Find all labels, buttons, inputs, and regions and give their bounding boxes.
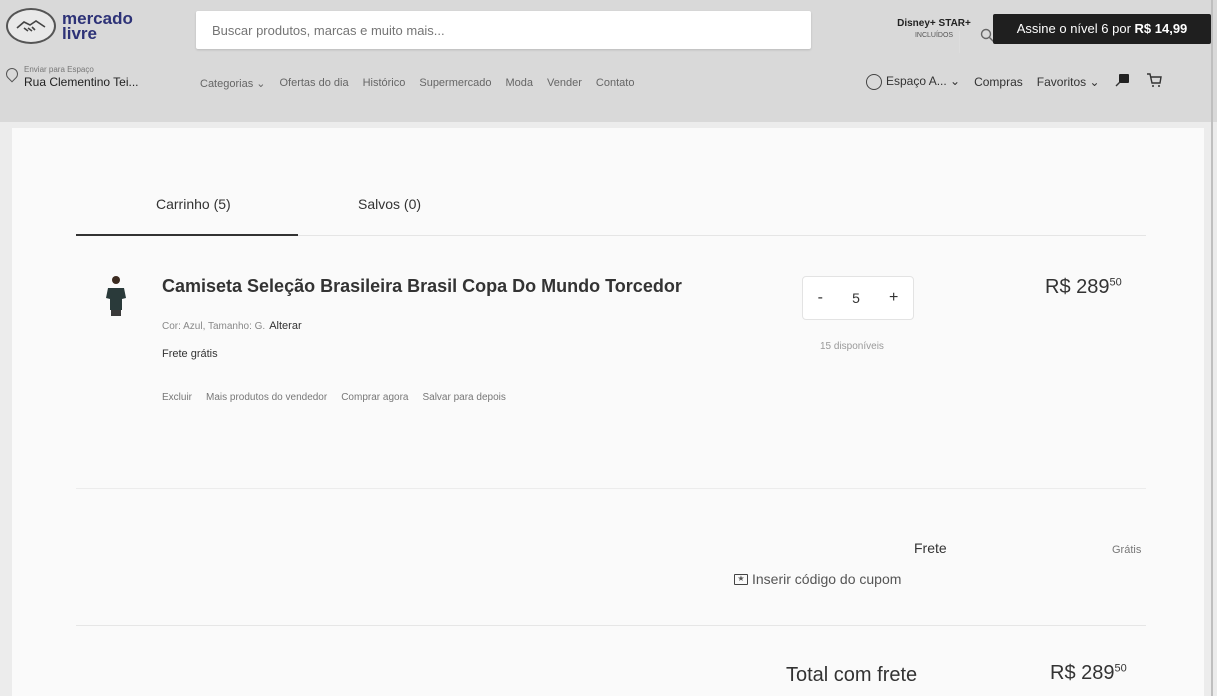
nav-history[interactable]: Histórico xyxy=(363,77,406,90)
product-title[interactable]: Camiseta Seleção Brasileira Brasil Copa … xyxy=(162,276,682,297)
total-value-int: R$ 289 xyxy=(1050,662,1115,684)
tab-cart[interactable]: Carrinho (5) xyxy=(156,196,231,212)
search-bar xyxy=(196,11,994,53)
divider xyxy=(76,625,1146,626)
total-value-cents: 50 xyxy=(1114,662,1127,675)
disney-star-label: Disney+ STAR+ xyxy=(897,18,971,29)
active-tab-indicator xyxy=(76,234,298,236)
user-menu-label: Espaço A... ⌄ xyxy=(886,73,961,88)
purchases-link[interactable]: Compras xyxy=(974,75,1023,89)
coupon-label: Inserir código do cupom xyxy=(752,571,902,587)
product-shipping: Frete grátis xyxy=(162,348,218,360)
cart-icon[interactable] xyxy=(1146,72,1162,91)
main-nav: Categorias ⌄ Ofertas do dia Histórico Su… xyxy=(200,77,634,90)
shipping-value: Grátis xyxy=(1112,544,1142,556)
promo-text: Assine o nível 6 por xyxy=(1016,21,1135,36)
search-input[interactable] xyxy=(196,11,756,49)
user-icon xyxy=(866,73,882,90)
product-variant: Cor: Azul, Tamanho: G. Alterar xyxy=(162,320,302,332)
nav-categories[interactable]: Categorias ⌄ xyxy=(200,77,265,90)
product-variant-text: Cor: Azul, Tamanho: G. xyxy=(162,321,266,332)
delivery-address[interactable]: Enviar para Espaço Rua Clementino Tei... xyxy=(3,64,139,89)
disney-star-banner[interactable]: Disney+ STAR+ INCLUÍDOS xyxy=(886,18,982,44)
product-thumbnail[interactable] xyxy=(104,274,128,324)
more-seller-products-link[interactable]: Mais produtos do vendedor xyxy=(206,392,327,403)
user-menu[interactable]: Espaço A... ⌄ xyxy=(866,73,961,90)
buy-now-link[interactable]: Comprar agora xyxy=(341,392,408,403)
product-price-int: R$ 289 xyxy=(1045,276,1110,298)
product-price: R$ 28950 xyxy=(1045,276,1122,299)
nav-sell[interactable]: Vender xyxy=(547,77,582,90)
tab-saved[interactable]: Salvos (0) xyxy=(358,196,421,212)
mercado-livre-logo[interactable]: mercado livre xyxy=(6,8,133,44)
nav-daily-offers[interactable]: Ofertas do dia xyxy=(279,77,348,90)
user-nav: Espaço A... ⌄ Compras Favoritos ⌄ xyxy=(866,72,1162,91)
header: mercado livre Disney+ STAR+ INCLUÍDOS As… xyxy=(0,0,1217,122)
window-edge xyxy=(1211,0,1213,696)
promo-price: R$ 14,99 xyxy=(1134,21,1188,36)
coupon-icon: ★ xyxy=(734,573,748,585)
product-actions: Excluir Mais produtos do vendedor Compra… xyxy=(162,392,506,403)
increase-quantity-button[interactable]: + xyxy=(889,289,898,307)
stock-available: 15 disponíveis xyxy=(820,341,884,352)
favorites-menu[interactable]: Favoritos ⌄ xyxy=(1037,75,1100,89)
change-variant-link[interactable]: Alterar xyxy=(269,320,301,332)
address-value: Rua Clementino Tei... xyxy=(24,75,139,89)
nav-fashion[interactable]: Moda xyxy=(506,77,534,90)
delete-item-link[interactable]: Excluir xyxy=(162,392,192,403)
save-for-later-link[interactable]: Salvar para depois xyxy=(422,392,505,403)
product-price-cents: 50 xyxy=(1109,276,1122,289)
nav-contact[interactable]: Contato xyxy=(596,77,635,90)
divider xyxy=(76,488,1146,489)
disney-star-sublabel: INCLUÍDOS xyxy=(914,32,954,39)
notifications-icon[interactable] xyxy=(1114,72,1132,91)
quantity-stepper: - 5 + xyxy=(802,276,914,320)
total-value: R$ 28950 xyxy=(1050,662,1127,685)
nav-supermarket[interactable]: Supermercado xyxy=(419,77,491,90)
logo-text-line2: livre xyxy=(62,24,97,43)
coupon-link[interactable]: ★ Inserir código do cupom xyxy=(734,571,901,587)
address-caption: Enviar para Espaço xyxy=(24,65,94,74)
decrease-quantity-button[interactable]: - xyxy=(818,289,823,307)
quantity-value[interactable]: 5 xyxy=(852,290,860,306)
cart-tabs: Carrinho (5) Salvos (0) xyxy=(76,188,1146,236)
cart-card: Carrinho (5) Salvos (0) Camiseta Seleção… xyxy=(12,128,1204,696)
logo-text: mercado livre xyxy=(62,10,133,43)
subscription-promo-button[interactable]: Assine o nível 6 por R$ 14,99 xyxy=(993,14,1211,44)
shipping-label: Frete xyxy=(914,540,947,556)
handshake-icon xyxy=(6,8,56,44)
total-label: Total com frete xyxy=(786,664,918,686)
location-pin-icon xyxy=(3,65,21,83)
